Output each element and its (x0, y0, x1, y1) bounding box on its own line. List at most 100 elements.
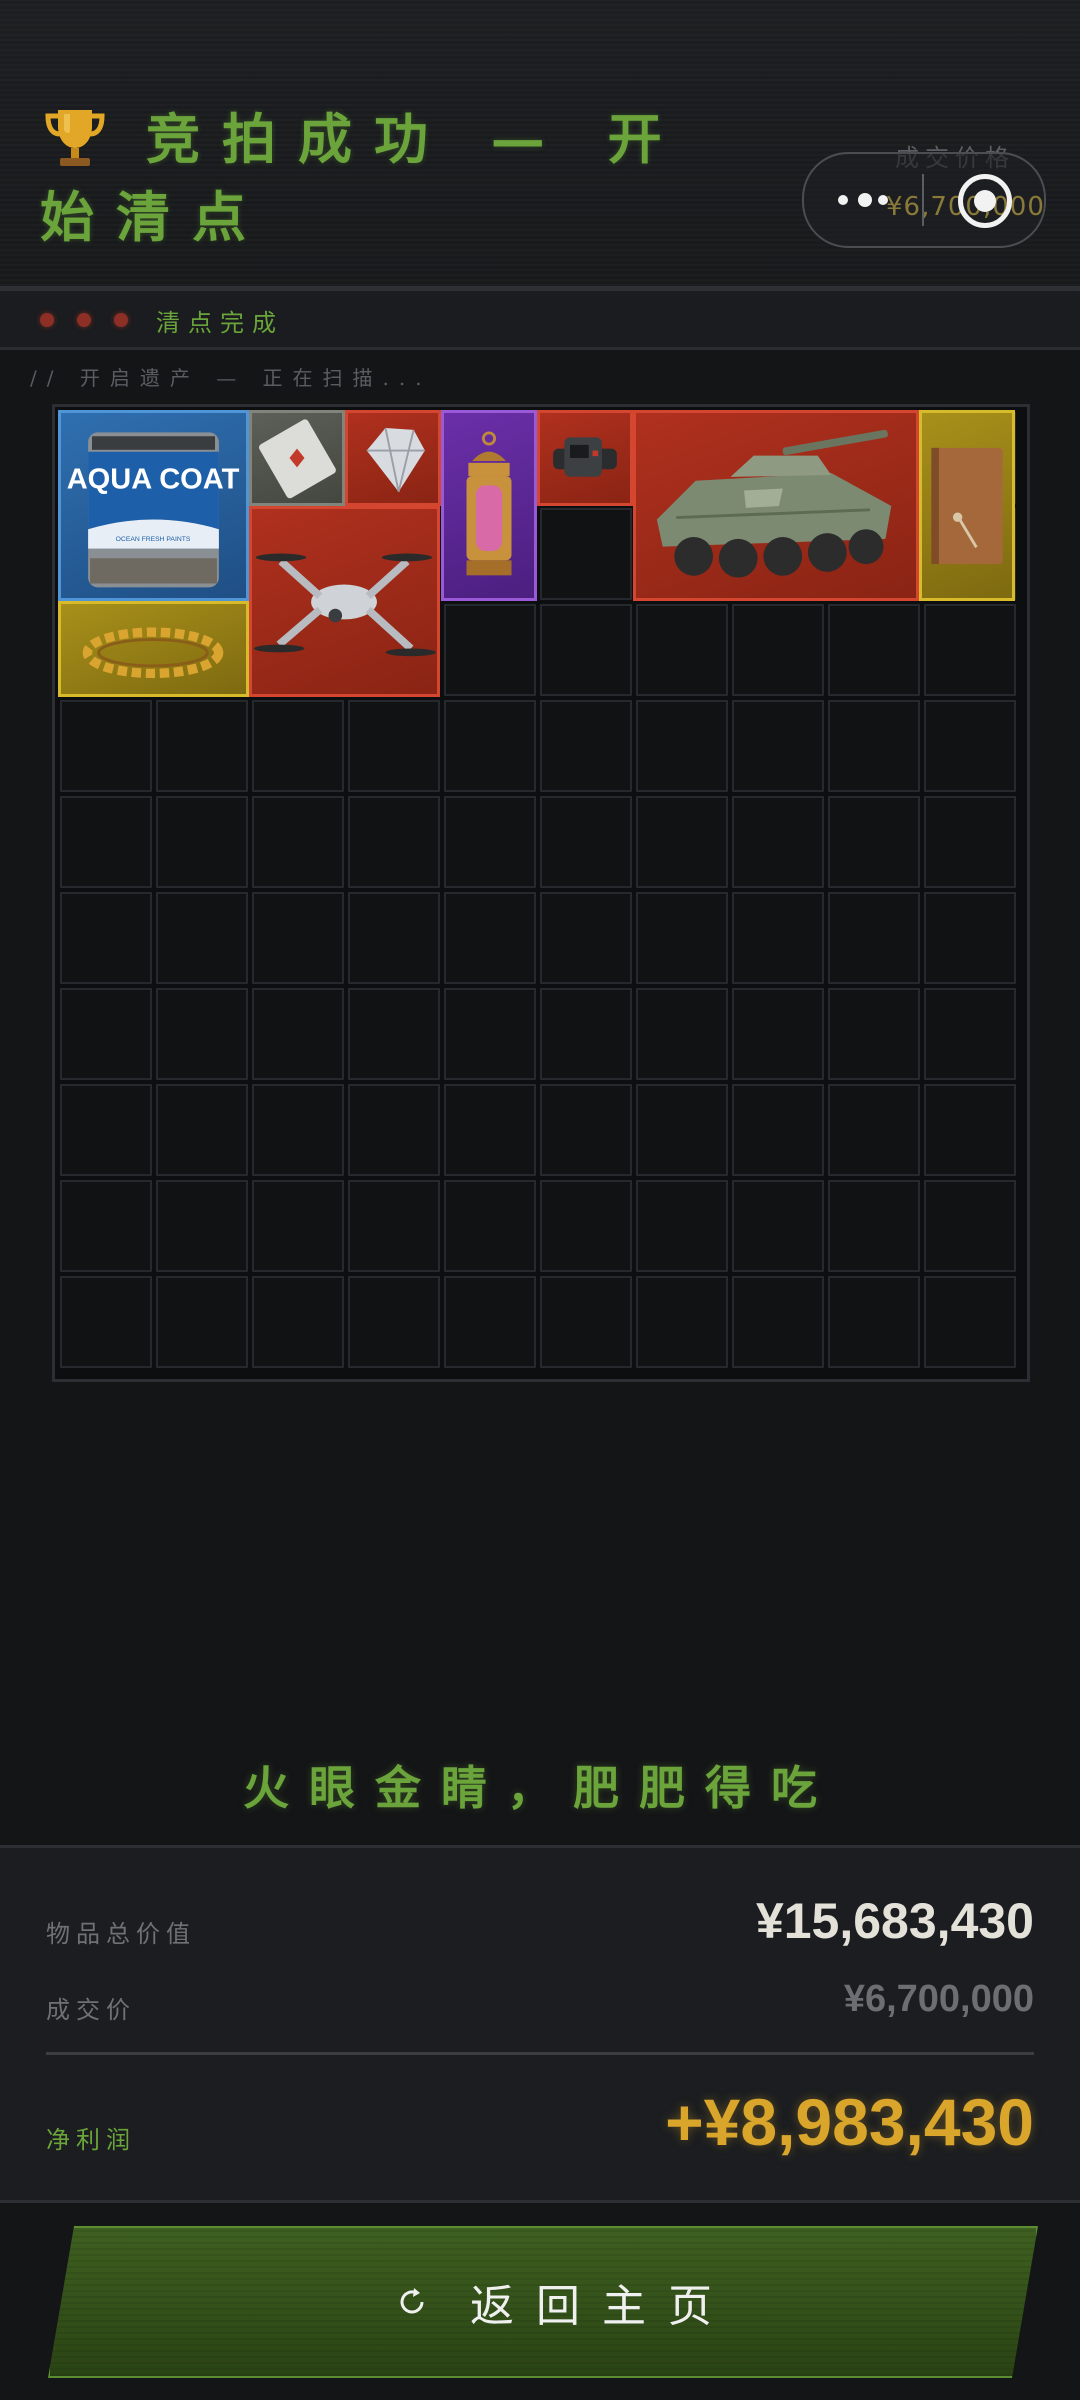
grid-cell (444, 892, 536, 984)
grid-cell (828, 700, 920, 792)
item-drone[interactable] (249, 506, 440, 697)
grid-cell (924, 1276, 1016, 1368)
grid-cell (732, 892, 824, 984)
grid-cell (636, 796, 728, 888)
grid-cell (444, 988, 536, 1080)
notebook-icon (931, 447, 1003, 565)
grid-cell (60, 1180, 152, 1272)
grid-cell (924, 988, 1016, 1080)
item-playing-card[interactable] (249, 410, 345, 506)
item-notebook[interactable] (919, 410, 1015, 601)
status-led-2 (77, 313, 91, 327)
scan-text: // 开启遗产 — 正在扫描... (30, 366, 432, 390)
net-profit-label: 净利润 (46, 2126, 136, 2154)
bucket-sublabel: OCEAN FRESH PAINTS (116, 536, 191, 543)
header: 竞拍成功 — 开始清点 成交价格 ¥6,700,000 (0, 0, 1080, 291)
grid-cell (156, 892, 248, 984)
grid-cell (156, 1084, 248, 1176)
grid-cell (828, 988, 920, 1080)
grid-cell (348, 1084, 440, 1176)
grid-cell (732, 796, 824, 888)
grid-cell (540, 700, 632, 792)
grid-cell (924, 700, 1016, 792)
grid-cell (348, 700, 440, 792)
grid-cell (924, 892, 1016, 984)
grid-cell (156, 1180, 248, 1272)
grid-cell (444, 604, 536, 696)
deal-price-label: 成交价 (46, 1996, 136, 2024)
grid-cell (252, 796, 344, 888)
total-value: ¥15,683,430 (755, 1893, 1034, 1949)
grid-cell (636, 1084, 728, 1176)
grid-cell (252, 892, 344, 984)
item-lantern[interactable] (441, 410, 537, 601)
grid-cell (252, 988, 344, 1080)
grid-cell (636, 1180, 728, 1272)
item-diamond[interactable] (345, 410, 441, 506)
grid-cell (924, 796, 1016, 888)
slogan: 火眼金睛，肥肥得吃 (243, 1761, 837, 1815)
grid-cell (636, 988, 728, 1080)
grid-cell (540, 604, 632, 696)
grid-cell (348, 1180, 440, 1272)
grid-cell (732, 1276, 824, 1368)
grid-cell (444, 796, 536, 888)
grid-cell (828, 1276, 920, 1368)
grid-cell (636, 892, 728, 984)
summary-divider (46, 2052, 1034, 2055)
grid-cell (828, 604, 920, 696)
grid-cell (156, 1276, 248, 1368)
grid-cell (732, 604, 824, 696)
grid-cell (732, 700, 824, 792)
grid-cell (540, 1180, 632, 1272)
grid-cell (540, 1276, 632, 1368)
status-led-3 (114, 313, 128, 327)
mini-program-capsule[interactable]: ¥6,700,000 (802, 152, 1046, 248)
return-home-button[interactable]: 返回主页 (48, 2226, 1038, 2378)
grid-cell (60, 988, 152, 1080)
grid-cell (828, 1084, 920, 1176)
grid-cell (60, 796, 152, 888)
status-led-1 (40, 313, 54, 327)
grid-cell (252, 1084, 344, 1176)
grid-cell (636, 1276, 728, 1368)
bucket-label: AQUA COAT (67, 464, 240, 496)
total-value-label: 物品总价值 (46, 1920, 196, 1948)
grid-cell (252, 1276, 344, 1368)
grid-cell (252, 1180, 344, 1272)
tactical-watch-icon (553, 437, 617, 477)
grid-cell (348, 892, 440, 984)
grid-cell (444, 1180, 536, 1272)
net-profit-value: +¥8,983,430 (665, 2085, 1034, 2159)
item-tactical-watch[interactable] (537, 410, 633, 506)
grid-cell (924, 1084, 1016, 1176)
grid-cell (636, 604, 728, 696)
drone-icon (253, 553, 437, 657)
summary-panel: 物品总价值 ¥15,683,430 成交价 ¥6,700,000 净利润 +¥8… (0, 1845, 1080, 2203)
grid-cell (348, 988, 440, 1080)
item-armored-vehicle[interactable] (633, 410, 919, 601)
refresh-icon (396, 2286, 428, 2318)
deal-price-value: ¥6,700,000 (843, 1978, 1034, 2020)
grid-cell (156, 700, 248, 792)
page-title: 竞拍成功 — 开始清点 (40, 107, 684, 249)
grid-cell (924, 604, 1016, 696)
grid-cell (60, 1084, 152, 1176)
grid-cell (348, 796, 440, 888)
item-paint-bucket[interactable]: AQUA COAT OCEAN FRESH PAINTS (58, 410, 249, 601)
grid-cell (60, 1276, 152, 1368)
close-target-icon[interactable] (958, 174, 1012, 228)
grid-cell (444, 1276, 536, 1368)
item-gold-laurel-crown[interactable] (58, 601, 249, 697)
return-home-label: 返回主页 (470, 2281, 734, 2332)
grid-cell (732, 1084, 824, 1176)
grid-cell (732, 988, 824, 1080)
grid-cell (924, 1180, 1016, 1272)
grid-cell (828, 892, 920, 984)
capsule-divider (922, 174, 924, 226)
lantern-icon (466, 431, 512, 576)
grid-cell (828, 1180, 920, 1272)
grid-cell (828, 796, 920, 888)
inventory-grid: AQUA COAT OCEAN FRESH PAINTS (52, 404, 1030, 1382)
status-strip: 清点完成 (0, 291, 1080, 350)
